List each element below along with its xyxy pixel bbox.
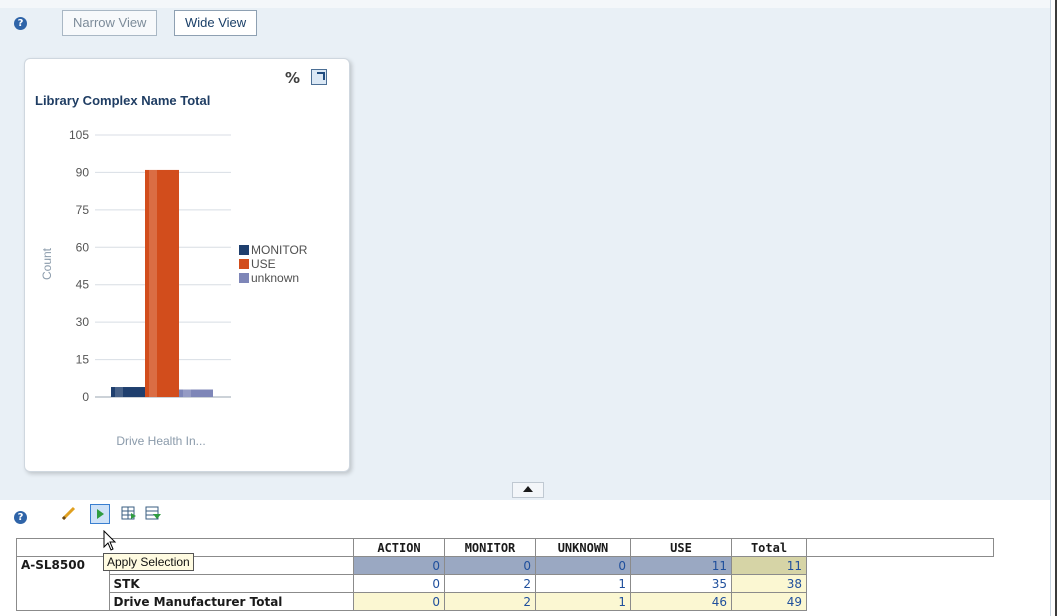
collapse-pane-button[interactable]: [512, 482, 544, 498]
cell[interactable]: 0: [353, 574, 445, 593]
col-header-action[interactable]: ACTION: [353, 538, 445, 557]
table-row[interactable]: Drive Manufacturer Total 0 2 1 46 49: [17, 592, 994, 611]
narrow-view-button[interactable]: Narrow View: [62, 10, 158, 36]
bar-highlight: [115, 387, 123, 397]
corner-cell: [16, 538, 109, 557]
help-icon[interactable]: ?: [14, 511, 27, 524]
table-filter-icon[interactable]: [144, 504, 162, 522]
export-table-icon[interactable]: [120, 504, 138, 522]
legend-item-unknown: unknown: [239, 271, 307, 285]
bar-highlight: [149, 169, 157, 397]
col-header-unknown[interactable]: UNKNOWN: [535, 538, 631, 557]
scrollbar-track: [1055, 0, 1057, 616]
cell-total[interactable]: 49: [731, 592, 807, 611]
row-filler: [807, 575, 994, 593]
col-header-total[interactable]: Total: [731, 538, 807, 557]
legend-swatch: [239, 273, 249, 283]
chart-bars: [111, 169, 213, 397]
row-header-manufacturer-total[interactable]: Drive Manufacturer Total: [108, 592, 354, 611]
y-tick-label: 45: [76, 278, 90, 292]
y-tick-label: 75: [76, 203, 90, 217]
cell[interactable]: 46: [630, 592, 732, 611]
cell[interactable]: 1: [535, 574, 631, 593]
cell[interactable]: 35: [630, 574, 732, 593]
legend-label: MONITOR: [251, 243, 308, 257]
top-strip: [0, 0, 1050, 8]
help-icon[interactable]: ?: [14, 17, 27, 30]
col-header-monitor[interactable]: MONITOR: [444, 538, 536, 557]
apply-selection-tooltip: Apply Selection: [103, 553, 194, 571]
legend-label: unknown: [251, 271, 300, 285]
legend-label: USE: [251, 257, 276, 271]
chart-legend: MONITOR USE unknown: [239, 243, 307, 285]
pivot-table: ACTION MONITOR UNKNOWN USE Total A-SL850…: [16, 538, 994, 611]
right-scrollbar[interactable]: [1050, 0, 1062, 616]
cell[interactable]: 0: [535, 556, 631, 575]
cell[interactable]: 0: [353, 592, 445, 611]
y-tick-label: 60: [76, 240, 90, 254]
mouse-cursor-icon: [103, 530, 117, 551]
row-header-stk[interactable]: STK: [108, 574, 354, 593]
cell[interactable]: 11: [630, 556, 732, 575]
cell[interactable]: 2: [444, 592, 536, 611]
y-tick-label: 0: [82, 390, 89, 404]
cell-total[interactable]: 38: [731, 574, 807, 593]
apply-selection-icon[interactable]: [90, 504, 110, 524]
row-header-library[interactable]: A-SL8500: [16, 556, 110, 611]
legend-item-monitor: MONITOR: [239, 243, 307, 257]
x-axis-label: Drive Health In...: [116, 434, 205, 448]
y-axis-ticks: 0 15 30 45 60 75 90 105: [69, 128, 89, 404]
cell-total[interactable]: 11: [731, 556, 807, 575]
y-tick-label: 105: [69, 128, 89, 142]
row-filler: [807, 557, 994, 575]
y-tick-label: 90: [76, 165, 90, 179]
y-tick-label: 15: [76, 353, 90, 367]
wide-view-button[interactable]: Wide View: [174, 10, 258, 36]
cell[interactable]: 0: [444, 556, 536, 575]
cell[interactable]: 1: [535, 592, 631, 611]
row-filler: [807, 593, 994, 611]
cell[interactable]: 0: [353, 556, 445, 575]
legend-swatch: [239, 245, 249, 255]
y-tick-label: 30: [76, 315, 90, 329]
cell[interactable]: 2: [444, 574, 536, 593]
col-header-use[interactable]: USE: [630, 538, 732, 557]
header-filler: [806, 538, 994, 557]
y-axis-label: Count: [40, 247, 54, 280]
legend-item-use: USE: [239, 257, 307, 271]
edit-pencil-icon[interactable]: [60, 504, 78, 522]
table-row[interactable]: STK 0 2 1 35 38: [17, 574, 994, 593]
legend-swatch: [239, 259, 249, 269]
bar-highlight: [183, 389, 191, 397]
chart-card: % Library Complex Name Total 0 15 30 45 60 75…: [24, 58, 350, 472]
